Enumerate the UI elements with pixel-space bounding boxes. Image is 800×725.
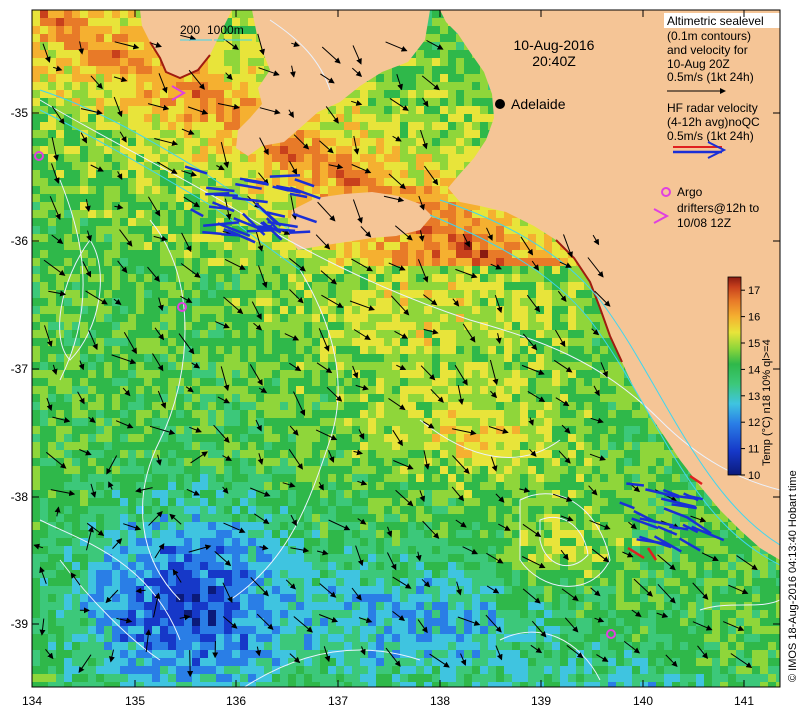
x-tick-label: 138 [430, 694, 450, 708]
depth-legend-200: 200 [180, 23, 200, 37]
colorbar-tick-label: 16 [748, 312, 760, 324]
colorbar-tick-label: 13 [748, 391, 760, 403]
hf-vector [289, 232, 310, 233]
legend-hf-line: HF radar velocity [667, 101, 758, 115]
x-tick-label: 136 [226, 694, 246, 708]
ocean-temperature-map: Adelaide 10-Aug-2016 20:40Z 200 1000m Al… [0, 0, 800, 720]
velocity-arrow [190, 650, 191, 676]
x-tick-label: 134 [22, 694, 42, 708]
x-tick-label: 140 [633, 694, 653, 708]
map-date: 10-Aug-2016 [514, 37, 595, 53]
colorbar-tick-label: 10 [748, 470, 760, 482]
y-tick-label: -35 [11, 106, 29, 120]
hf-vector [205, 193, 229, 194]
legend-altimetric-line: Altimetric sealevel [667, 14, 764, 28]
y-tick-label: -37 [11, 362, 29, 376]
adelaide-marker [495, 99, 505, 109]
colorbar-tick-label: 17 [748, 285, 760, 297]
legend-argo-line: Argo [677, 185, 703, 199]
legend-altimetric-line: 10-Aug 20Z [667, 57, 730, 71]
legend-hf-line: (4-12h avg)noQC [667, 115, 760, 129]
hf-vector [270, 175, 300, 176]
legend-hf-line: 0.5m/s (1kt 24h) [667, 129, 754, 143]
depth-legend-1000: 1000m [207, 23, 244, 37]
legend-altimetric-line: (0.1m contours) [667, 29, 751, 43]
x-tick-label: 135 [125, 694, 145, 708]
colorbar-label: Temp (°C) n18 10% ql>=4 [761, 339, 773, 466]
y-tick-label: -36 [11, 234, 29, 248]
y-tick-label: -39 [11, 617, 29, 631]
colorbar-ramp [728, 277, 741, 475]
colorbar-tick-label: 12 [748, 417, 760, 429]
legend-altimetric-line: 0.5m/s (1kt 24h) [667, 70, 754, 84]
x-tick-label: 137 [328, 694, 348, 708]
legend-altimetric-line: and velocity for [667, 43, 748, 57]
credit-text: © IMOS 18-Aug-2016 04:13:40 Hobart time [787, 470, 799, 682]
legend-argo-line: 10/08 12Z [677, 216, 731, 230]
adelaide-label: Adelaide [511, 96, 566, 112]
sst-field: Adelaide 10-Aug-2016 20:40Z 200 1000m Al… [32, 10, 784, 690]
map-time: 20:40Z [532, 53, 576, 69]
x-tick-label: 141 [734, 694, 754, 708]
colorbar-tick-label: 15 [748, 338, 760, 350]
x-tick-label: 139 [531, 694, 551, 708]
y-tick-label: -38 [11, 490, 29, 504]
legend-argo-line: drifters@12h to [677, 201, 760, 215]
colorbar-tick-label: 11 [748, 444, 759, 456]
colorbar-tick-label: 14 [748, 364, 760, 376]
